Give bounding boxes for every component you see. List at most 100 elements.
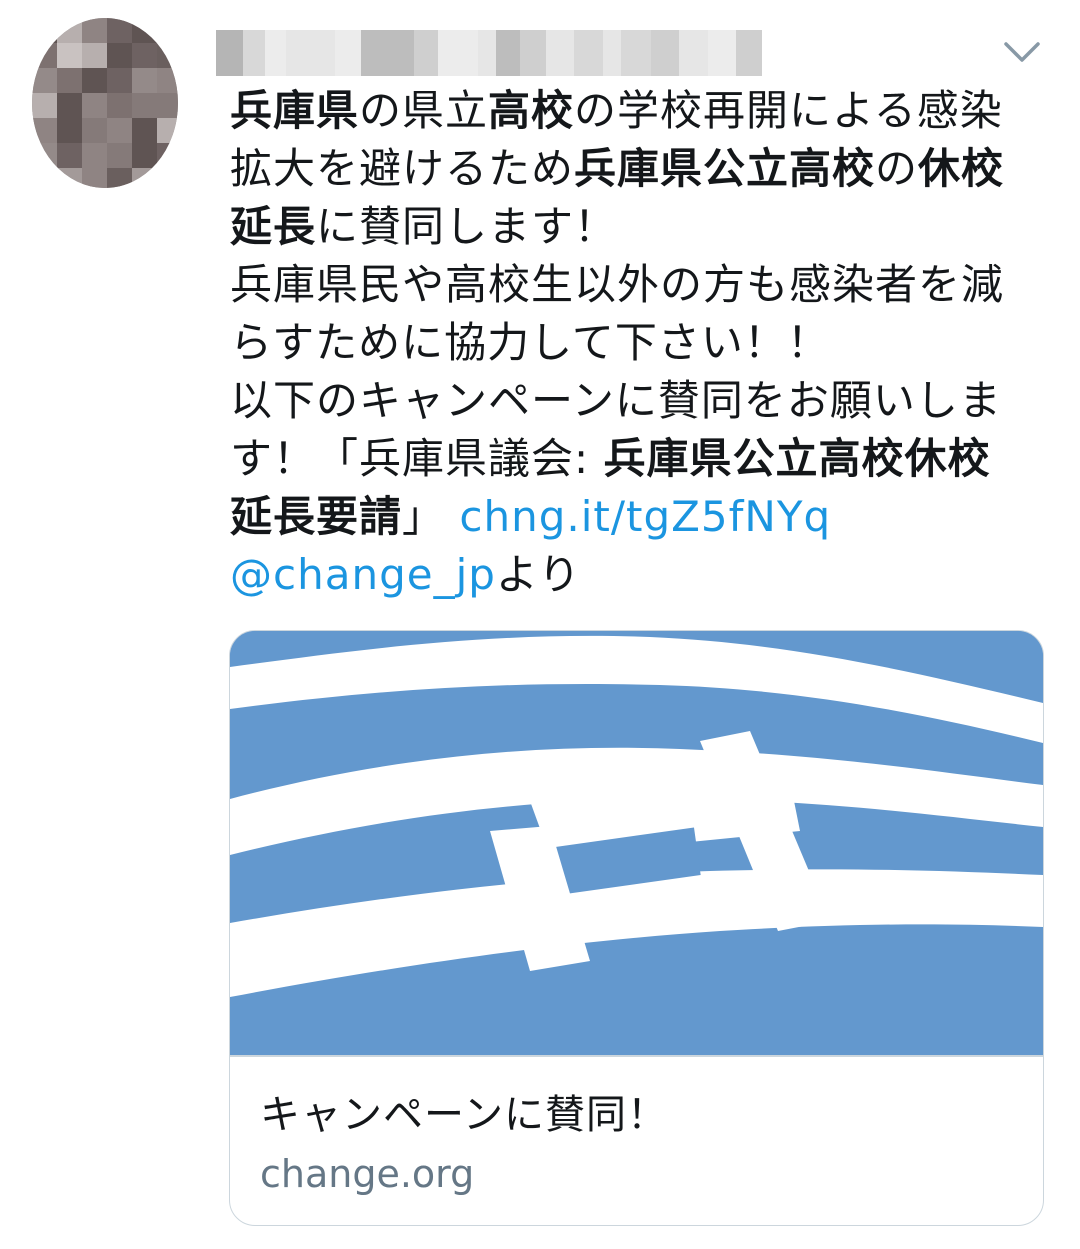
- tweet[interactable]: 兵庫県の県立高校の学校再開による感染 拡大を避けるため兵庫県公立高校の休校 延長に賛…: [0, 0, 1080, 1249]
- tweet-text-line: 延長要請」 chng.it/tgZ5fNYq: [230, 488, 1060, 546]
- tweet-text-line: 兵庫県民や高校生以外の方も感染者を減: [230, 256, 1060, 314]
- bold-text: 兵庫県公立高校: [574, 144, 876, 193]
- avatar-pixel: [32, 143, 57, 168]
- name-pixel: [438, 30, 459, 76]
- avatar-pixel: [107, 168, 132, 188]
- avatar-pixel: [107, 118, 132, 143]
- text-segment: 拡大を避けるため: [230, 144, 575, 193]
- avatar[interactable]: [32, 18, 178, 188]
- tweet-text: 兵庫県の県立高校の学校再開による感染 拡大を避けるため兵庫県公立高校の休校 延長に賛…: [230, 82, 1060, 604]
- card-divider: [230, 1055, 1043, 1057]
- avatar-pixel: [132, 118, 157, 143]
- avatar-pixel: [57, 93, 82, 118]
- name-pixel: [621, 30, 651, 76]
- text-segment: の: [875, 144, 919, 193]
- bold-text: 延長要請: [230, 492, 403, 541]
- bold-text: 兵庫県: [230, 86, 360, 135]
- avatar-pixel: [157, 93, 178, 118]
- chevron-down-icon[interactable]: [1000, 32, 1044, 72]
- avatar-pixel: [107, 18, 132, 43]
- avatar-pixel: [157, 143, 178, 168]
- text-segment: の県立: [359, 86, 489, 135]
- avatar-pixel: [57, 168, 82, 188]
- tweet-text-line: 拡大を避けるため兵庫県公立高校の休校: [230, 140, 1060, 198]
- text-segment: 以下のキャンペーンに賛同をお願いしま: [230, 376, 1002, 425]
- avatar-pixel: [32, 93, 57, 118]
- avatar-pixel: [32, 43, 57, 68]
- avatar-pixel: [157, 18, 178, 43]
- name-pixel: [414, 30, 438, 76]
- name-pixel: [520, 30, 546, 76]
- card-title[interactable]: キャンペーンに賛同！: [260, 1089, 668, 1141]
- avatar-pixel: [157, 168, 178, 188]
- text-segment: す！「兵庫県議会:: [230, 434, 604, 483]
- text-segment: らすために協力して下さい！！: [230, 318, 830, 367]
- name-pixel: [265, 30, 286, 76]
- avatar-pixel: [132, 143, 157, 168]
- avatar-pixel: [107, 93, 132, 118]
- tweet-text-line: す！「兵庫県議会: 兵庫県公立高校休校: [230, 430, 1060, 488]
- hyogo-prefecture-emblem: [230, 631, 1043, 1055]
- bold-text: 高校: [488, 86, 575, 135]
- bold-text: 兵庫県公立高校休校: [603, 434, 991, 483]
- tweet-text-line: らすために協力して下さい！！: [230, 314, 1060, 372]
- name-pixel: [679, 30, 708, 76]
- avatar-pixel: [132, 18, 157, 43]
- avatar-pixel: [32, 118, 57, 143]
- avatar-pixel: [82, 168, 107, 188]
- link-card[interactable]: キャンペーンに賛同！ change.org: [229, 630, 1044, 1226]
- avatar-pixel: [157, 43, 178, 68]
- avatar-pixel: [132, 68, 157, 93]
- name-pixel: [306, 30, 335, 76]
- mention-link[interactable]: @change_jp: [230, 550, 496, 599]
- avatar-pixel: [57, 43, 82, 68]
- tweet-text-line: 兵庫県の県立高校の学校再開による感染: [230, 82, 1060, 140]
- name-pixel: [478, 30, 496, 76]
- avatar-pixel: [32, 18, 57, 43]
- avatar-pixel: [107, 43, 132, 68]
- avatar-pixel: [32, 168, 57, 188]
- name-pixel: [546, 30, 574, 76]
- text-segment: 」: [402, 492, 460, 541]
- name-pixel: [651, 30, 679, 76]
- avatar-pixel: [82, 18, 107, 43]
- tweet-text-line: 延長に賛同します！: [230, 198, 1060, 256]
- avatar-pixel: [82, 93, 107, 118]
- avatar-pixel: [132, 93, 157, 118]
- card-domain[interactable]: change.org: [260, 1149, 474, 1199]
- bold-text: 延長: [230, 202, 317, 251]
- name-pixel: [459, 30, 478, 76]
- display-name-blurred[interactable]: [216, 30, 762, 76]
- avatar-pixel: [132, 43, 157, 68]
- avatar-pixel: [107, 68, 132, 93]
- avatar-pixel: [157, 68, 178, 93]
- text-segment: 兵庫県民や高校生以外の方も感染者を減: [230, 260, 1005, 309]
- bold-text: 休校: [918, 144, 1005, 193]
- avatar-pixel: [32, 68, 57, 93]
- avatar-pixel: [82, 118, 107, 143]
- text-segment: より: [495, 550, 582, 599]
- avatar-pixel: [82, 143, 107, 168]
- avatar-pixel: [57, 143, 82, 168]
- avatar-pixel: [57, 68, 82, 93]
- name-pixel: [603, 30, 621, 76]
- avatar-pixel: [107, 143, 132, 168]
- name-pixel: [361, 30, 392, 76]
- name-pixel: [335, 30, 361, 76]
- name-pixel: [496, 30, 520, 76]
- text-segment: に賛同します！: [316, 202, 618, 251]
- avatar-pixel: [132, 168, 157, 188]
- avatar-pixel: [157, 118, 178, 143]
- name-pixel: [286, 30, 306, 76]
- name-pixel: [574, 30, 603, 76]
- avatar-pixel: [57, 18, 82, 43]
- url-link[interactable]: chng.it/tgZ5fNYq: [459, 492, 831, 541]
- card-image[interactable]: [230, 631, 1043, 1055]
- avatar-pixel: [82, 43, 107, 68]
- name-pixel: [243, 30, 265, 76]
- tweet-text-line: 以下のキャンペーンに賛同をお願いしま: [230, 372, 1060, 430]
- text-segment: の学校再開による感染: [574, 86, 1003, 135]
- name-pixel: [736, 30, 762, 76]
- avatar-pixel: [57, 118, 82, 143]
- name-pixel: [392, 30, 414, 76]
